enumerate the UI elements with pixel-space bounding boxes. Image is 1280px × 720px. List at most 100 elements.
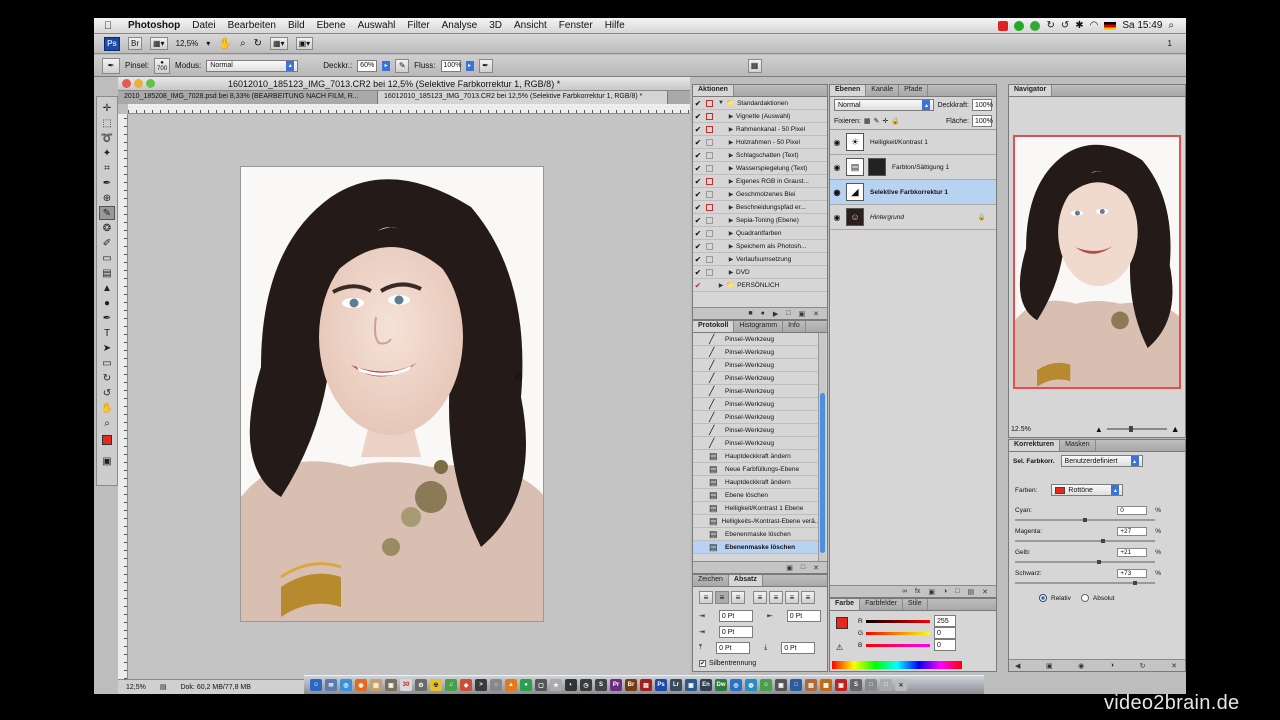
justify-center-icon[interactable]: ≡ — [769, 591, 783, 604]
lasso-tool-icon[interactable]: ➰ — [99, 131, 115, 145]
dialog-toggle-icon[interactable] — [706, 125, 713, 133]
check-icon[interactable]: ✔ — [693, 268, 703, 277]
action-row[interactable]: ✔ ▶ Verlaufsumsetzung — [693, 253, 827, 266]
check-icon[interactable]: ✔ — [693, 177, 703, 186]
relative-radio[interactable] — [1039, 594, 1047, 602]
opacity-slider-icon[interactable]: ▸ — [382, 60, 391, 71]
path-selection-tool-icon[interactable]: ➤ — [99, 341, 115, 355]
b-value[interactable]: 0 — [934, 639, 956, 651]
action-row[interactable]: ✔ ▶ Eigenes RGB in Graust... — [693, 175, 827, 188]
reset-icon[interactable]: ↻ — [1140, 662, 1146, 670]
menu-auswahl[interactable]: Auswahl — [352, 20, 402, 31]
calendar-icon[interactable]: 30 — [400, 679, 412, 691]
opacity-field[interactable]: 60% — [357, 59, 378, 72]
b-slider[interactable] — [866, 643, 930, 647]
history-item[interactable]: ╱ Pinsel-Werkzeug — [693, 333, 819, 346]
dialog-toggle-icon[interactable] — [706, 268, 713, 276]
flag-icon[interactable] — [1104, 21, 1117, 30]
status-info-icon[interactable]: ▤ — [160, 683, 167, 691]
tab-adjustments[interactable]: Korrekturen — [1009, 440, 1061, 451]
collapsed-arrow-icon[interactable]: ▶ — [726, 152, 736, 159]
check-icon[interactable]: ✔ — [693, 203, 703, 212]
check-icon[interactable]: ✔ — [693, 112, 703, 121]
brush-tool-icon[interactable]: ✎ — [99, 206, 115, 220]
collapsed-arrow-icon[interactable]: ▶ — [726, 204, 736, 211]
g-value[interactable]: 0 — [934, 627, 956, 639]
time-machine-icon[interactable]: ↺ — [1061, 20, 1069, 31]
action-row[interactable]: ✔ ▶ Wasserspiegelung (Text) — [693, 162, 827, 175]
tab-paths[interactable]: Pfade — [899, 85, 929, 96]
books-icon[interactable]: ▤ — [805, 679, 817, 691]
stamp-tool-icon[interactable]: ❂ — [99, 221, 115, 235]
slider-track[interactable] — [1015, 560, 1155, 564]
menu-datei[interactable]: Datei — [186, 20, 221, 31]
mobileme-icon[interactable]: □ — [790, 679, 802, 691]
itunes-icon[interactable]: ♫ — [445, 679, 457, 691]
dialog-toggle-icon[interactable] — [706, 177, 713, 185]
new-adjustment-icon[interactable]: ◑ — [943, 588, 947, 595]
trash-icon[interactable]: ✕ — [895, 679, 907, 691]
apple-icon[interactable]:  — [94, 20, 122, 32]
network-icon[interactable]: ◍ — [745, 679, 757, 691]
history-item[interactable]: ╱ Pinsel-Werkzeug — [693, 437, 819, 450]
tab-styles[interactable]: Stile — [903, 599, 928, 610]
warning-icon[interactable]: ⚠ — [836, 643, 843, 652]
hand-tool-icon[interactable]: ✋ — [99, 401, 115, 415]
action-row[interactable]: ✔ ▶ Quadrantfarben — [693, 227, 827, 240]
tab-navigator[interactable]: Navigator — [1009, 85, 1053, 96]
greenapp-icon[interactable]: ● — [520, 679, 532, 691]
zoom-window-icon[interactable] — [146, 79, 155, 88]
canvas-area[interactable]: ⊘ — [128, 114, 690, 679]
lightroom-icon[interactable]: Lr — [670, 679, 682, 691]
zoom-arrow-icon[interactable]: ▾ — [206, 39, 210, 48]
action-row[interactable]: ✔ ▶ 📁 PERSÖNLICH — [693, 279, 827, 292]
slider-value[interactable]: +21 — [1117, 548, 1148, 557]
menu-bearbeiten[interactable]: Bearbeiten — [222, 20, 282, 31]
slider-knob[interactable] — [1101, 538, 1106, 543]
brush-preset-icon[interactable]: ✒ — [102, 57, 120, 74]
justify-left-icon[interactable]: ≡ — [753, 591, 767, 604]
trash-icon[interactable]: ✕ — [813, 564, 819, 572]
colors-select[interactable]: Rottöne ▴ — [1051, 484, 1124, 496]
play-icon[interactable]: ▶ — [773, 310, 778, 318]
dreamweaver-icon[interactable]: Dw — [715, 679, 727, 691]
refresh-icon[interactable]: ↻ — [1046, 20, 1054, 31]
trash-icon[interactable]: ✕ — [813, 310, 819, 318]
collapsed-arrow-icon[interactable]: ▶ — [726, 191, 736, 198]
action-row[interactable]: ✔ ▶ Holzrahmen - 50 Pixel — [693, 136, 827, 149]
documents-stack-icon[interactable]: □ — [880, 679, 892, 691]
tab-swatches[interactable]: Farbfelder — [860, 599, 903, 610]
screenshot-icon[interactable]: ▢ — [535, 679, 547, 691]
blur-tool-icon[interactable]: ▲ — [99, 281, 115, 295]
lock-all-icon[interactable]: 🔒 — [891, 117, 900, 125]
mode-select[interactable]: Normal ▴ — [206, 59, 299, 72]
tab-history[interactable]: Protokoll — [693, 321, 735, 332]
status-zoom[interactable]: 12,5% — [126, 684, 146, 691]
crop-tool-icon[interactable]: ⌗ — [99, 161, 115, 175]
dialog-toggle-icon[interactable] — [706, 190, 713, 198]
slider-track[interactable] — [1015, 581, 1155, 585]
zoom-tool-icon[interactable]: ⌕ — [240, 38, 246, 49]
check-icon[interactable]: ✔ — [693, 125, 703, 134]
firefox-icon[interactable]: ◉ — [355, 679, 367, 691]
add-mask-icon[interactable]: ▣ — [928, 588, 935, 596]
history-item[interactable]: ▤ Ebenenmaske löschen — [693, 528, 819, 541]
history-item[interactable]: ╱ Pinsel-Werkzeug — [693, 411, 819, 424]
new-layer-icon[interactable]: ▤ — [968, 588, 975, 596]
type-tool-icon[interactable]: T — [99, 326, 115, 340]
encore-icon[interactable]: En — [700, 679, 712, 691]
first-line-field[interactable]: 0 Pt — [718, 626, 753, 638]
system-icon[interactable]: ⚙ — [415, 679, 427, 691]
status-document-size[interactable]: Dok: 60,2 MB/77,8 MB — [180, 684, 250, 691]
dodge-tool-icon[interactable]: ● — [99, 296, 115, 310]
eye-icon[interactable]: ◉ — [830, 138, 844, 147]
indent-right-field[interactable]: 0 Pt — [786, 610, 821, 622]
eraser-tool-icon[interactable]: ▭ — [99, 251, 115, 265]
dialog-toggle-icon[interactable] — [706, 151, 713, 159]
tab-masks[interactable]: Masken — [1060, 440, 1096, 451]
tab-character[interactable]: Zeichen — [693, 575, 729, 586]
slider-track[interactable] — [1015, 538, 1155, 543]
r-value[interactable]: 255 — [934, 615, 956, 627]
dialog-toggle-icon[interactable] — [706, 229, 713, 237]
action-row[interactable]: ✔ ▶ Rahmenkanal - 50 Pixel — [693, 123, 827, 136]
